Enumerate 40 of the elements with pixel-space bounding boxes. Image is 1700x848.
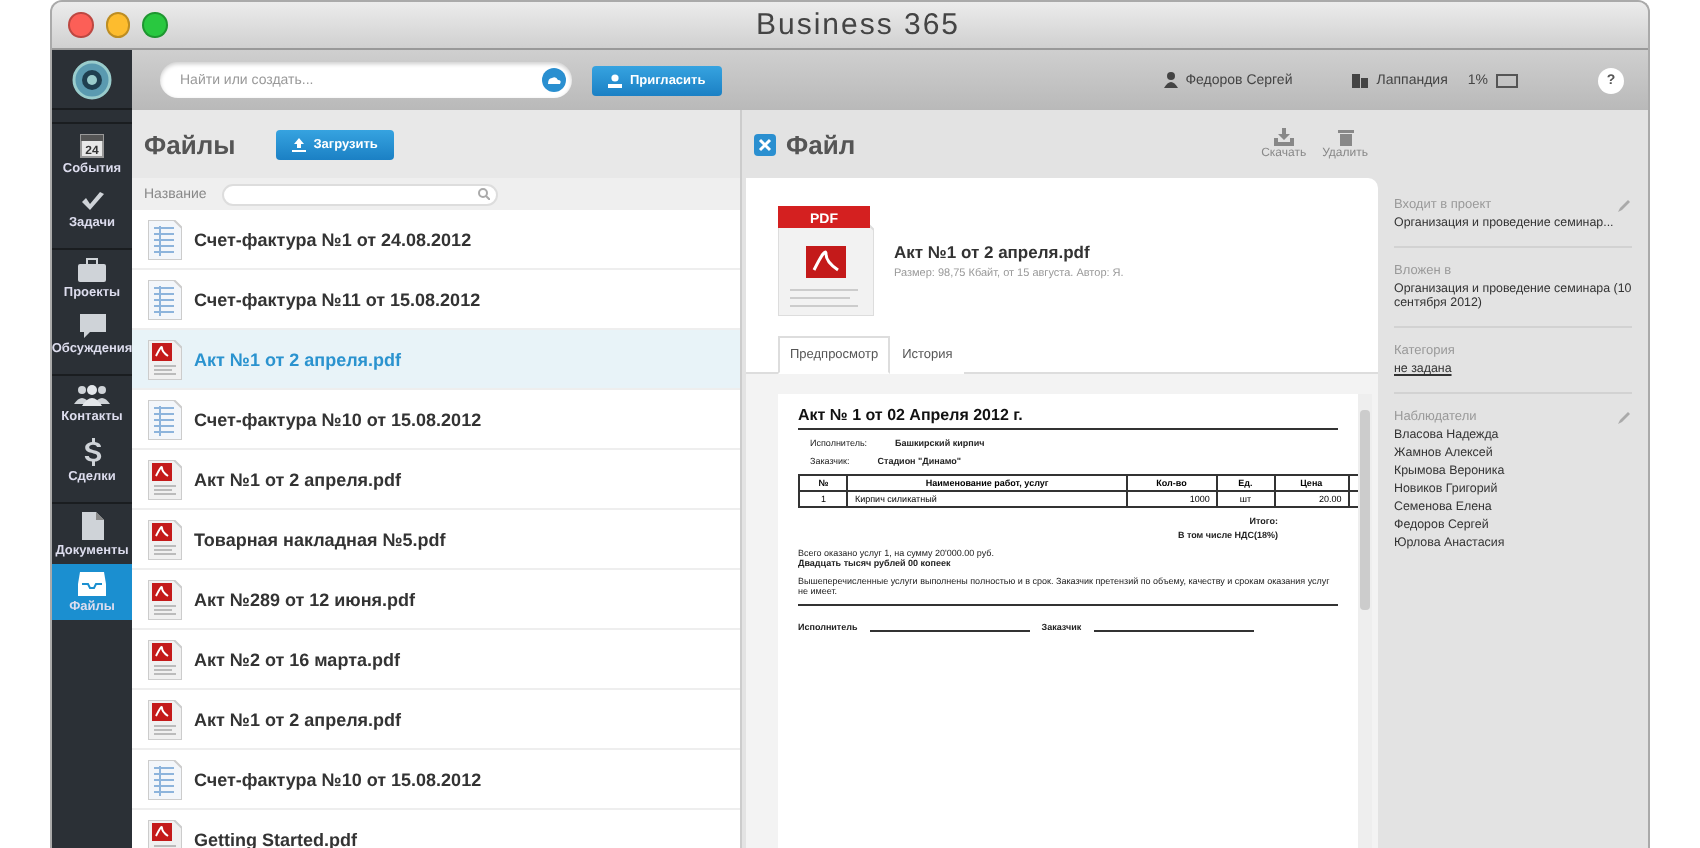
name-filter-field[interactable] <box>222 183 499 205</box>
pdf-file-icon <box>148 639 182 679</box>
trash-icon <box>1337 128 1354 146</box>
cloud-icon[interactable] <box>542 68 566 92</box>
pdf-file-icon <box>148 699 182 739</box>
building-icon <box>1352 73 1369 87</box>
search-icon <box>478 188 491 200</box>
dollar-icon <box>83 438 101 466</box>
document-icon <box>81 512 103 540</box>
file-name: Акт №1 от 2 апреля.pdf <box>894 242 1092 262</box>
pdf-file-icon <box>148 459 182 499</box>
minimize-window-button[interactable] <box>105 12 131 38</box>
pdf-file-icon <box>148 579 182 619</box>
close-window-button[interactable] <box>68 12 94 38</box>
zoom-window-button[interactable] <box>142 12 169 38</box>
user-icon <box>1163 72 1178 88</box>
inbox-icon <box>78 572 106 596</box>
window-title: Business 365 <box>753 8 963 42</box>
people-icon <box>74 384 110 406</box>
pencil-icon[interactable] <box>1618 410 1632 424</box>
user-icon <box>608 73 622 87</box>
spreadsheet-file-icon <box>148 279 182 319</box>
document-title: Акт № 1 от 02 Апреля 2012 г. <box>798 406 1338 430</box>
battery-icon <box>1496 73 1518 87</box>
upload-icon <box>291 137 306 151</box>
pdf-file-icon <box>148 819 182 848</box>
briefcase-icon <box>78 258 106 282</box>
spreadsheet-file-icon <box>148 759 182 799</box>
close-button[interactable] <box>754 133 776 155</box>
panel-title: Файл <box>786 129 856 159</box>
pdf-file-icon <box>148 519 182 559</box>
spreadsheet-file-icon <box>148 219 182 259</box>
pdf-file-icon <box>148 339 182 379</box>
logo-icon[interactable] <box>72 59 112 99</box>
spreadsheet-file-icon <box>148 399 182 439</box>
check-icon <box>79 190 105 212</box>
pencil-icon[interactable] <box>1618 198 1632 212</box>
chat-icon <box>79 314 105 338</box>
files-title: Файлы <box>144 129 236 159</box>
download-icon <box>1273 128 1294 146</box>
